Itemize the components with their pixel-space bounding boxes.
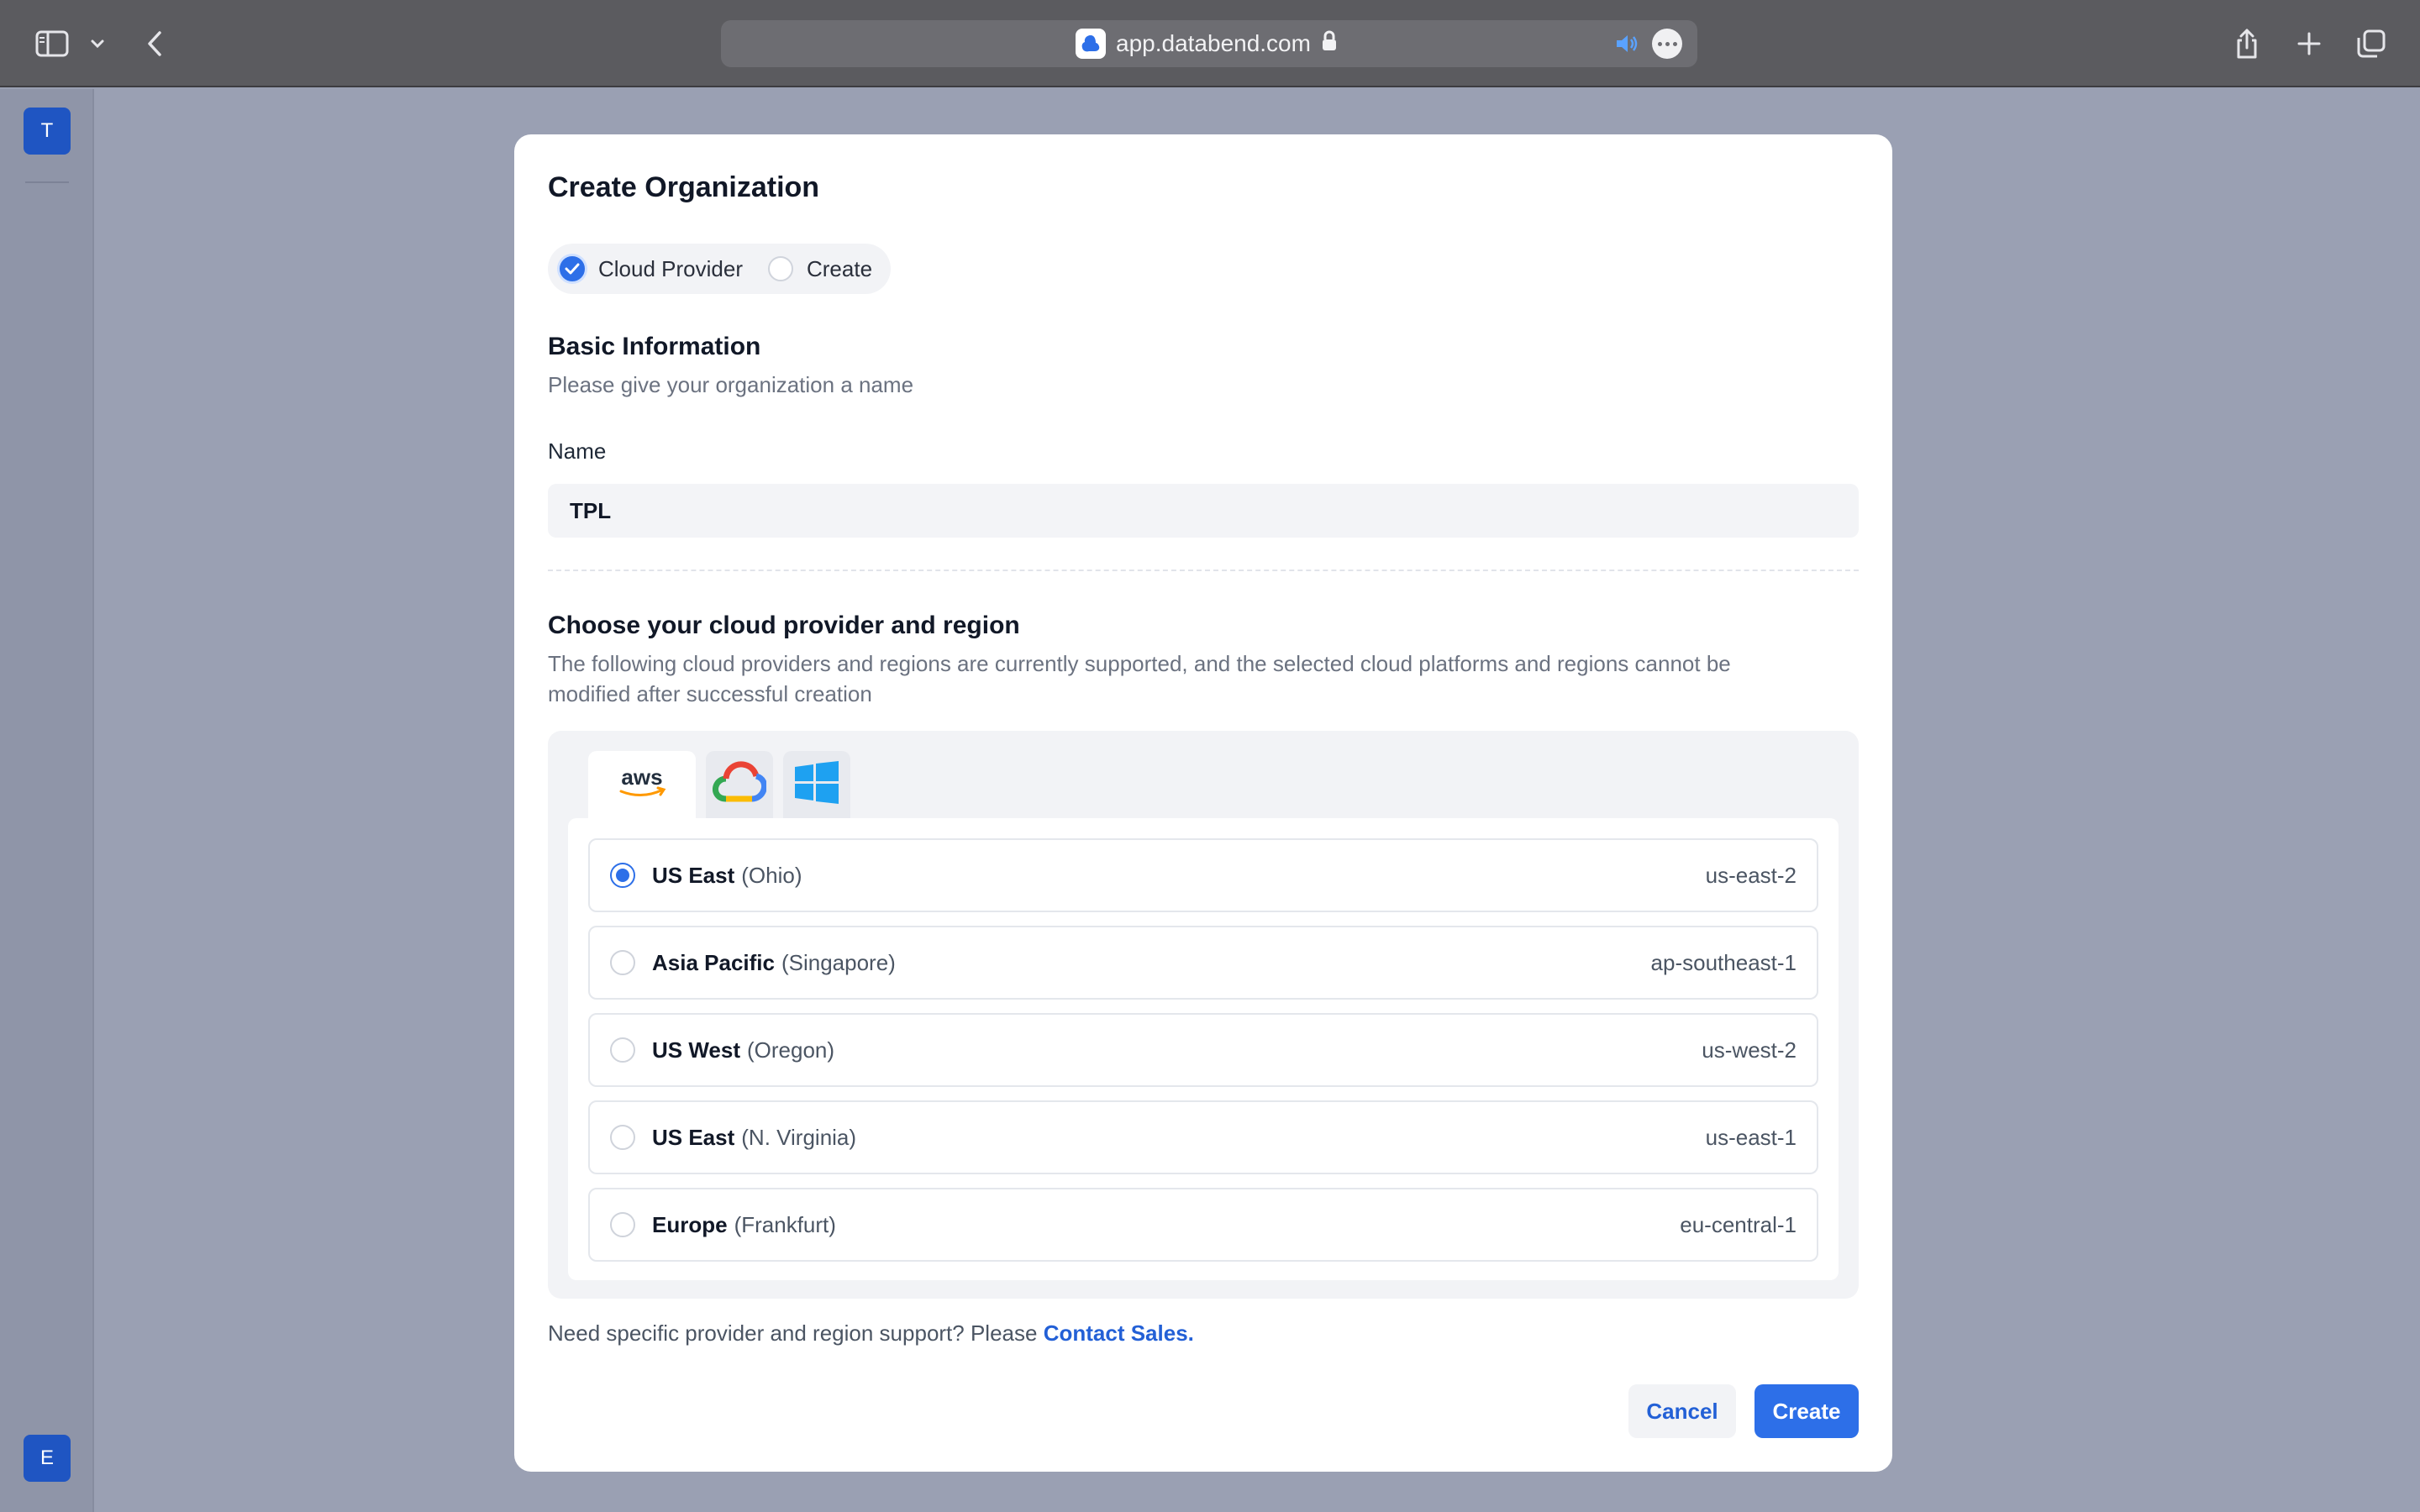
- check-icon: [560, 256, 585, 281]
- browser-toolbar: app.databend.com: [0, 0, 2420, 87]
- region-name: Europe: [652, 1211, 728, 1237]
- support-note: Need specific provider and region suppor…: [548, 1320, 1194, 1347]
- region-code: eu-central-1: [1680, 1211, 1797, 1237]
- tab-aws[interactable]: aws: [588, 751, 696, 818]
- back-icon[interactable]: [134, 24, 175, 64]
- cloud-description-line2: modified after successful creation: [548, 681, 872, 706]
- create-organization-modal: Create Organization Cloud Provider Creat…: [514, 134, 1892, 1472]
- provider-tabs: aws: [588, 751, 850, 818]
- cloud-description-line1: The following cloud providers and region…: [548, 651, 1731, 676]
- basic-info-subtitle: Please give your organization a name: [548, 372, 914, 397]
- step-create: Create: [767, 255, 873, 282]
- create-button[interactable]: Create: [1754, 1384, 1859, 1438]
- region-name: US East: [652, 862, 735, 888]
- app-sidebar: T E: [0, 89, 94, 1512]
- region-code: us-west-2: [1702, 1037, 1797, 1063]
- radio-icon[interactable]: [610, 1212, 635, 1237]
- circle-icon: [767, 256, 793, 281]
- section-divider: [548, 570, 1859, 571]
- url-text: app.databend.com: [1116, 30, 1311, 56]
- provider-panel: aws US East (Ohio) us-east-2 Asia Pacifi…: [548, 731, 1859, 1299]
- region-location: (N. Virginia): [741, 1124, 857, 1150]
- region-name: US West: [652, 1037, 740, 1063]
- address-bar[interactable]: app.databend.com: [721, 20, 1697, 67]
- step-label: Cloud Provider: [598, 255, 743, 281]
- svg-text:aws: aws: [621, 764, 662, 790]
- url-display: app.databend.com: [1076, 29, 1338, 59]
- region-code: us-east-2: [1705, 862, 1797, 888]
- radio-icon[interactable]: [610, 1125, 635, 1150]
- region-location: (Frankfurt): [734, 1211, 836, 1237]
- speaker-icon[interactable]: [1613, 30, 1640, 57]
- region-option[interactable]: Asia Pacific (Singapore) ap-southeast-1: [588, 926, 1818, 1000]
- cancel-button[interactable]: Cancel: [1628, 1384, 1736, 1438]
- radio-icon[interactable]: [610, 950, 635, 975]
- region-name: US East: [652, 1124, 735, 1150]
- windows-icon: [793, 760, 840, 810]
- workspace-avatar[interactable]: T: [24, 108, 71, 155]
- radio-icon[interactable]: [610, 1037, 635, 1063]
- sidebar-toggle-icon[interactable]: [32, 24, 72, 64]
- new-tab-icon[interactable]: [2289, 24, 2329, 64]
- radio-selected-icon[interactable]: [610, 863, 635, 888]
- name-label: Name: [548, 438, 607, 464]
- region-option[interactable]: US East (N. Virginia) us-east-1: [588, 1100, 1818, 1174]
- step-cloud-provider: Cloud Provider: [560, 256, 743, 282]
- region-name: Asia Pacific: [652, 949, 775, 975]
- google-cloud-icon: [713, 760, 768, 810]
- region-option[interactable]: US East (Ohio) us-east-2: [588, 838, 1818, 912]
- cloud-heading: Choose your cloud provider and region: [548, 612, 1020, 639]
- region-location: (Ohio): [741, 862, 802, 888]
- region-option[interactable]: US West (Oregon) us-west-2: [588, 1013, 1818, 1087]
- steps-indicator: Cloud Provider Create: [548, 244, 892, 294]
- user-avatar[interactable]: E: [24, 1435, 71, 1482]
- basic-info-heading: Basic Information: [548, 333, 761, 360]
- region-code: us-east-1: [1705, 1124, 1797, 1150]
- chevron-down-icon[interactable]: [79, 24, 116, 64]
- more-icon[interactable]: [1652, 29, 1682, 59]
- tab-google-cloud[interactable]: [706, 751, 773, 818]
- tabs-overview-icon[interactable]: [2351, 24, 2391, 64]
- step-label: Create: [806, 255, 873, 281]
- share-icon[interactable]: [2227, 24, 2267, 64]
- databend-favicon-icon: [1076, 29, 1106, 59]
- modal-title: Create Organization: [548, 171, 820, 203]
- region-option[interactable]: Europe (Frankfurt) eu-central-1: [588, 1188, 1818, 1262]
- region-location: (Oregon): [747, 1037, 835, 1063]
- contact-sales-link[interactable]: Contact Sales.: [1044, 1320, 1194, 1346]
- region-location: (Singapore): [781, 949, 896, 975]
- lock-icon: [1321, 30, 1338, 58]
- organization-name-input[interactable]: [548, 484, 1859, 538]
- aws-logo-icon: aws: [614, 764, 670, 806]
- region-code: ap-southeast-1: [1650, 949, 1797, 975]
- support-note-text: Need specific provider and region suppor…: [548, 1320, 1038, 1346]
- tab-azure[interactable]: [783, 751, 850, 818]
- sidebar-divider: [25, 181, 69, 183]
- region-list: US East (Ohio) us-east-2 Asia Pacific (S…: [568, 818, 1839, 1280]
